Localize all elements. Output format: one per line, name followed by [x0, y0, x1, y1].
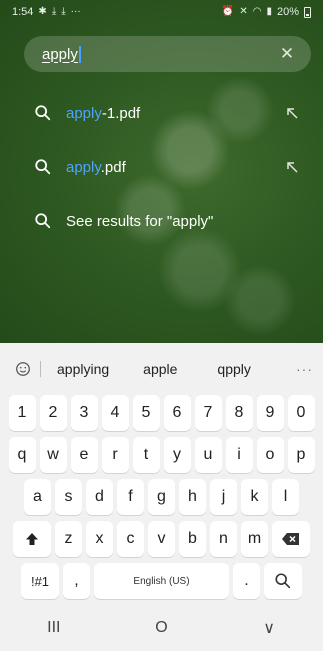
key[interactable]: 2: [39, 395, 67, 431]
result-item[interactable]: apply-1.pdf: [0, 86, 323, 140]
battery-percent: 20%: [276, 6, 299, 18]
key[interactable]: r: [101, 437, 129, 473]
key[interactable]: g: [148, 479, 175, 515]
key[interactable]: e: [70, 437, 98, 473]
shift-key[interactable]: [13, 521, 51, 557]
see-results-item[interactable]: See results for "apply": [0, 194, 323, 248]
suggestion-word[interactable]: applying: [51, 361, 115, 377]
status-right: ⏰ ✕ ◠ ▮ 20%: [222, 6, 311, 18]
home-button[interactable]: O: [131, 619, 191, 637]
backspace-key[interactable]: [272, 521, 310, 557]
recents-button[interactable]: III: [24, 619, 84, 637]
search-icon: [35, 213, 51, 229]
key[interactable]: j: [210, 479, 237, 515]
search-icon: [35, 159, 51, 175]
key[interactable]: h: [179, 479, 206, 515]
search-key[interactable]: [264, 563, 302, 599]
key[interactable]: m: [241, 521, 268, 557]
notification-icon: ✱: [38, 6, 47, 17]
fill-query-arrow-icon[interactable]: [285, 160, 299, 174]
key[interactable]: a: [24, 479, 51, 515]
result-item[interactable]: apply.pdf: [0, 140, 323, 194]
key[interactable]: d: [86, 479, 113, 515]
letter-row-3: z x c v b n m: [0, 521, 323, 557]
key[interactable]: 5: [132, 395, 160, 431]
key[interactable]: 0: [287, 395, 315, 431]
result-label: apply.pdf: [66, 158, 126, 176]
key[interactable]: s: [55, 479, 82, 515]
key[interactable]: y: [163, 437, 191, 473]
wallpaper-background: 1:54 ✱ ⤓ ⤓ ··· ⏰ ✕ ◠ ▮ 20% apply ✕ apply…: [0, 0, 323, 343]
text-cursor: [78, 45, 81, 63]
more-icon: ···: [70, 6, 81, 17]
key[interactable]: 9: [256, 395, 284, 431]
key[interactable]: w: [39, 437, 67, 473]
key[interactable]: c: [117, 521, 144, 557]
key[interactable]: p: [287, 437, 315, 473]
key[interactable]: 8: [225, 395, 253, 431]
search-input[interactable]: apply ✕: [24, 36, 311, 72]
status-left: 1:54 ✱ ⤓ ⤓ ···: [12, 6, 81, 18]
backspace-icon: [282, 533, 299, 545]
key[interactable]: 1: [8, 395, 36, 431]
back-button[interactable]: ∨: [239, 618, 299, 638]
result-label: apply-1.pdf: [66, 104, 141, 122]
key[interactable]: v: [148, 521, 175, 557]
space-key[interactable]: English (US): [94, 563, 229, 599]
key[interactable]: u: [194, 437, 222, 473]
letter-row-1: q w e r t y u i o p: [0, 437, 323, 473]
search-icon: [35, 105, 51, 121]
emoji-toggle-icon[interactable]: [14, 360, 32, 378]
key[interactable]: 3: [70, 395, 98, 431]
key[interactable]: l: [272, 479, 299, 515]
more-options-icon[interactable]: ···: [296, 361, 313, 377]
keyboard: applying apple qpply ··· 1 2 3 4 5 6 7 8…: [0, 343, 323, 651]
key[interactable]: t: [132, 437, 160, 473]
comma-key[interactable]: ,: [63, 563, 90, 599]
shift-icon: [26, 533, 38, 545]
alarm-icon: ⏰: [221, 6, 235, 17]
clear-icon[interactable]: ✕: [277, 44, 297, 64]
suggestion-word[interactable]: qpply: [211, 361, 256, 377]
signal-icon: ▮: [266, 6, 272, 17]
suggestion-divider: [40, 361, 41, 377]
key[interactable]: o: [256, 437, 284, 473]
bottom-row: !#1 , English (US) .: [0, 563, 323, 599]
key[interactable]: f: [117, 479, 144, 515]
key[interactable]: 4: [101, 395, 129, 431]
number-row: 1 2 3 4 5 6 7 8 9 0: [0, 395, 323, 431]
mute-icon: ✕: [239, 6, 248, 17]
status-bar: 1:54 ✱ ⤓ ⤓ ··· ⏰ ✕ ◠ ▮ 20%: [0, 0, 323, 24]
key[interactable]: 6: [163, 395, 191, 431]
navigation-bar: III O ∨: [0, 605, 323, 651]
period-key[interactable]: .: [233, 563, 260, 599]
download-icon: ⤓: [61, 6, 66, 17]
suggestion-bar: applying apple qpply ···: [0, 343, 323, 395]
key[interactable]: n: [210, 521, 237, 557]
download-icon: ⤓: [51, 6, 57, 17]
wifi-icon: ◠: [252, 6, 262, 17]
search-query-text: apply: [42, 45, 78, 63]
letter-row-2: a s d f g h j k l: [0, 479, 323, 515]
see-results-label: See results for "apply": [66, 212, 214, 230]
search-results-list: apply-1.pdf apply.pdf See results for "a: [0, 86, 323, 248]
key[interactable]: i: [225, 437, 253, 473]
search-icon: [275, 573, 291, 589]
key[interactable]: q: [8, 437, 36, 473]
fill-query-arrow-icon[interactable]: [285, 106, 299, 120]
key[interactable]: b: [179, 521, 206, 557]
key[interactable]: 7: [194, 395, 222, 431]
key[interactable]: z: [55, 521, 82, 557]
status-time: 1:54: [12, 6, 34, 18]
suggestion-word[interactable]: apple: [137, 361, 183, 377]
key[interactable]: k: [241, 479, 268, 515]
key[interactable]: x: [86, 521, 113, 557]
symbols-key[interactable]: !#1: [21, 563, 59, 599]
battery-icon: [304, 6, 311, 18]
